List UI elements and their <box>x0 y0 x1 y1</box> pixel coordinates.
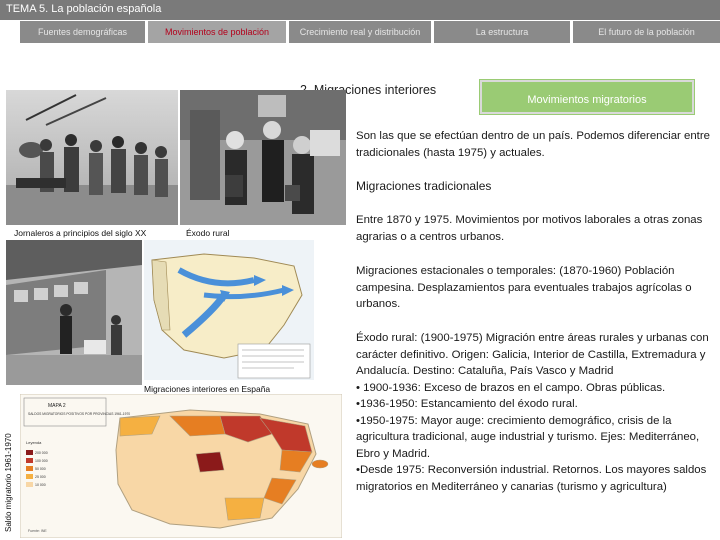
map2-subtitle: SALDOS MIGRATORIOS POSITIVOS POR PROVINC… <box>28 412 130 416</box>
legend-heading: Leyenda <box>26 440 42 445</box>
legend-label: 200 000 <box>35 451 48 455</box>
jornaleros-photo <box>6 90 178 225</box>
bullet-item: •1936-1950: Estancamiento del éxodo rura… <box>356 398 578 410</box>
legend-label: 100 000 <box>35 459 48 463</box>
saldo-caption: Saldo migratorio 1961-1970 <box>4 433 13 532</box>
legend-label: 25 000 <box>35 475 46 479</box>
exodo-intro: Éxodo rural: (1900-1975) Migración entre… <box>356 332 709 377</box>
tab-fuentes-demograficas[interactable]: Fuentes demográficas <box>20 21 145 43</box>
internal-migrations-map <box>144 240 314 380</box>
top-bar: TEMA 5. La población española <box>0 0 720 20</box>
train-station-photo <box>6 240 142 385</box>
exodo-caption: Éxodo rural <box>186 228 230 238</box>
jornaleros-caption: Jornaleros a principios del siglo XX <box>14 228 147 238</box>
exodo-rural-paragraph: Éxodo rural: (1900-1975) Migración entre… <box>356 330 716 495</box>
periodo-paragraph: Entre 1870 y 1975. Movimientos por motiv… <box>356 214 703 243</box>
bullet-item: • 1900-1936: Exceso de brazos en el camp… <box>356 381 666 394</box>
legend-label: 10 000 <box>35 483 46 487</box>
tab-crecimiento-real[interactable]: Crecimiento real y distribución <box>289 21 431 43</box>
bullet-item: •Desde 1975: Reconversión industrial. Re… <box>356 464 707 493</box>
tab-label: El futuro de la población <box>598 27 695 37</box>
saldo-migratorio-map: MAPA 2 SALDOS MIGRATORIOS POSITIVOS POR … <box>20 394 342 538</box>
presentation-title: TEMA 5. La población española <box>6 3 162 15</box>
tab-el-futuro[interactable]: El futuro de la población <box>573 21 720 43</box>
bullet-item: •1950-1975: Mayor auge: crecimiento demo… <box>356 414 700 460</box>
tab-label: Fuentes demográficas <box>37 27 128 37</box>
tab-label: Crecimiento real y distribución <box>299 27 421 37</box>
exodo-rural-photo <box>180 90 346 225</box>
highlight-label: Movimientos migratorios <box>527 94 647 106</box>
tab-la-estructura[interactable]: La estructura <box>434 21 570 43</box>
tab-label: La estructura <box>475 27 529 37</box>
legend-label: 50 000 <box>35 467 46 471</box>
mapa-caption: Migraciones interiores en España <box>144 384 271 394</box>
estacionales-paragraph: Migraciones estacionales o temporales: (… <box>356 265 692 310</box>
migraciones-tradicionales-heading: Migraciones tradicionales <box>356 179 492 193</box>
intro-paragraph: Son las que se efectúan dentro de un paí… <box>356 130 710 159</box>
tab-movimientos-de-poblacion[interactable]: Movimientos de población <box>148 21 286 43</box>
tab-label: Movimientos de población <box>164 27 270 37</box>
map2-source: Fuente: INE <box>28 529 47 533</box>
map2-title: MAPA 2 <box>48 403 66 409</box>
movimientos-migratorios-box: Movimientos migratorios <box>479 79 695 115</box>
